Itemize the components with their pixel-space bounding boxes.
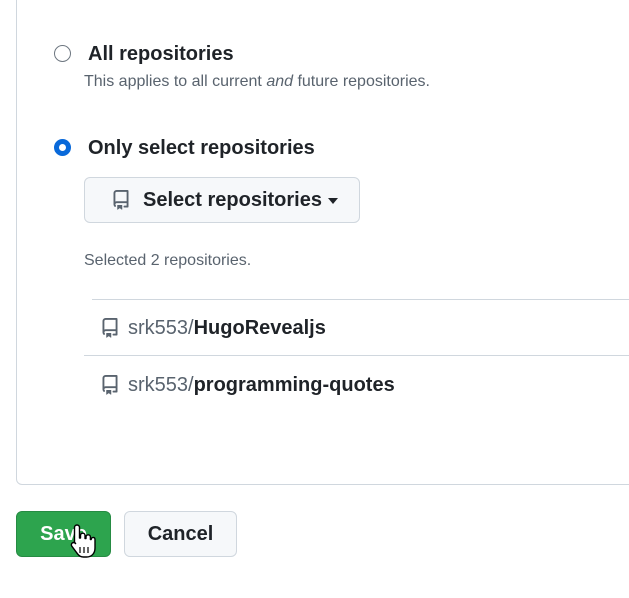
select-repositories-label: Select repositories [143, 188, 322, 211]
desc-before: This applies to all current [84, 73, 267, 90]
repo-icon [113, 190, 129, 210]
repo-list-item: srk553/programming-quotes [100, 373, 395, 397]
repo-list-top-divider [92, 299, 629, 300]
selected-count-text: Selected 2 repositories. [84, 252, 252, 269]
caret-down-icon [327, 198, 338, 204]
hand-pointer-cursor-icon [70, 524, 96, 558]
repo-list-item: srk553/HugoRevealjs [100, 316, 326, 340]
select-repositories-button[interactable]: Select repositories [84, 177, 360, 223]
cancel-button[interactable]: Cancel [124, 511, 237, 557]
only-select-repositories-label[interactable]: Only select repositories [88, 137, 315, 160]
repo-name: programming-quotes [193, 373, 395, 396]
repo-owner: srk553/ [128, 316, 194, 339]
repo-list-divider [84, 355, 629, 356]
repo-owner: srk553/ [128, 373, 194, 396]
all-repositories-label[interactable]: All repositories [88, 43, 234, 66]
only-select-repositories-radio[interactable] [54, 139, 71, 156]
repo-icon [102, 318, 118, 338]
all-repositories-radio[interactable] [54, 45, 71, 62]
repo-icon [102, 375, 118, 395]
all-repositories-description: This applies to all current and future r… [84, 73, 430, 91]
repo-name: HugoRevealjs [193, 316, 326, 339]
repository-access-page: All repositories This applies to all cur… [0, 0, 629, 598]
desc-emphasis: and [266, 73, 294, 90]
save-button[interactable]: Save [16, 511, 111, 557]
desc-after: future repositories. [293, 73, 430, 90]
